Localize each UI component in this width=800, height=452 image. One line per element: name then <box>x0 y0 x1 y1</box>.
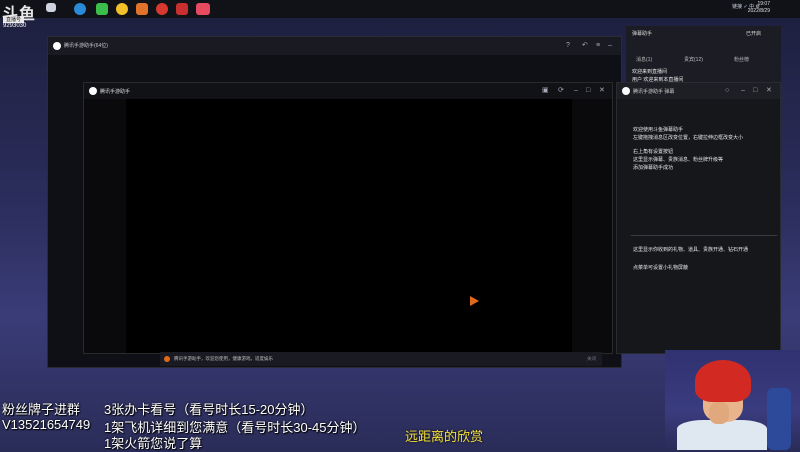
chat-maximize-icon[interactable]: □ <box>753 87 757 94</box>
chat-message: 添加弹幕助手成功 <box>633 165 674 171</box>
danmaku-line: 欢迎来到直播间 <box>632 69 668 75</box>
emulator-title: 腾讯手游助手(64位) <box>64 43 108 49</box>
chat-message: 这里显示你收到的礼物、道具、贵族开通、钻石开通 <box>633 247 749 253</box>
clock-date: 2022/8/29 <box>747 8 770 14</box>
overlay-price-line: 1架火箭您说了算 <box>104 436 203 451</box>
chat-message: 欢迎使用斗鱼弹幕助手 <box>633 127 684 133</box>
game-title: 腾讯手游助手 <box>100 89 131 95</box>
logo-tag: 直播号 <box>3 16 25 23</box>
chat-minimize-icon[interactable]: – <box>741 87 745 94</box>
overlay-contact: V13521654749 <box>2 417 91 432</box>
app-red2-icon[interactable] <box>176 3 188 15</box>
app-logo-icon <box>53 42 61 50</box>
overlay-fans-group: 粉丝牌子进群 <box>2 402 81 417</box>
status-bar: 腾讯手游助手，欢迎您使用，健康游戏，适度娱乐 关闭 <box>160 352 602 366</box>
chat-title: 腾讯手游助手 弹幕 <box>633 89 675 95</box>
taskbar: 链接 ✓ 中 ⚙ 19:07 2022/8/29 <box>0 0 800 18</box>
tab-messages[interactable]: 消息(1) <box>636 56 652 63</box>
chat-message: 点菜单可设置小礼物屏蔽 <box>633 265 689 271</box>
game-window: 腾讯手游助手 ▣ ⟳ – □ ✕ <box>83 82 613 354</box>
danmaku-status[interactable]: 已开启 <box>746 30 761 37</box>
danmaku-panel: 弹幕助手 已开启 消息(1) 粉丝榜 贵宾(12) 欢迎来到直播间 用户 欢迎来… <box>626 26 781 83</box>
wechat-icon[interactable] <box>96 3 108 15</box>
streamer-camera <box>665 350 800 450</box>
assistant-logo-icon <box>89 87 97 95</box>
chat-divider <box>631 235 777 236</box>
clock-time: 19:07 <box>757 1 770 7</box>
minimize-icon[interactable]: – <box>608 42 612 49</box>
minimize-icon[interactable]: – <box>574 87 578 94</box>
info-icon <box>164 356 170 362</box>
streamer-hand <box>709 402 729 424</box>
douyu-app-icon[interactable] <box>196 3 210 15</box>
chat-close-icon[interactable]: ✕ <box>766 87 772 94</box>
chat-settings-icon[interactable]: ○ <box>725 87 729 94</box>
streamer-hair <box>695 360 751 402</box>
chat-message: 右上角有设置按钮 <box>633 149 674 155</box>
close-icon[interactable]: ✕ <box>599 87 605 94</box>
save-icon[interactable]: ▣ <box>542 87 549 94</box>
chat-message: 左键拖拽消息区改变位置，右键拉伸边框改变大小 <box>633 135 744 141</box>
emulator-titlebar[interactable]: 腾讯手游助手(64位) ? ↶ ≡ – <box>48 37 621 55</box>
gaming-chair <box>767 388 791 450</box>
streamer-shirt <box>677 420 767 450</box>
status-text: 腾讯手游助手，欢迎您使用，健康游戏，适度娱乐 <box>174 356 273 361</box>
app-yellow-icon[interactable] <box>116 3 128 15</box>
game-left-panel <box>84 99 126 353</box>
maximize-icon[interactable]: □ <box>586 87 590 94</box>
chat-logo-icon <box>622 87 630 95</box>
game-titlebar[interactable]: 腾讯手游助手 ▣ ⟳ – □ ✕ <box>84 83 612 99</box>
game-right-panel <box>572 99 612 353</box>
menu-icon[interactable]: ≡ <box>596 42 600 49</box>
help-icon[interactable]: ? <box>566 42 570 49</box>
edge-icon[interactable] <box>74 3 86 15</box>
room-id: 9293030 <box>3 23 27 29</box>
clock[interactable]: 19:07 2022/8/29 <box>748 1 770 15</box>
tab-fans[interactable]: 粉丝榜 <box>734 56 749 63</box>
back-icon[interactable]: ↶ <box>582 42 588 49</box>
taskview-icon[interactable] <box>46 3 56 12</box>
play-icon[interactable] <box>470 296 479 306</box>
overlay-yellow-caption: 远距离的欣赏 <box>405 429 484 444</box>
danmaku-title: 弹幕助手 <box>632 31 653 37</box>
status-close-button[interactable]: 关闭 <box>587 356 596 362</box>
douyu-logo: 斗鱼 直播号 9293030 <box>0 0 40 30</box>
chat-helper-window: 腾讯手游助手 弹幕 ○ – □ ✕ 欢迎使用斗鱼弹幕助手 左键拖拽消息区改变位置… <box>616 82 781 354</box>
chat-message: 这里显示弹幕、贵族消息、粉丝牌升级等 <box>633 157 724 163</box>
app-orange-icon[interactable] <box>136 3 148 15</box>
tab-vip[interactable]: 贵宾(12) <box>684 56 703 63</box>
refresh-icon[interactable]: ⟳ <box>558 87 564 94</box>
chat-titlebar[interactable]: 腾讯手游助手 弹幕 ○ – □ ✕ <box>617 83 780 99</box>
app-red-icon[interactable] <box>156 3 168 15</box>
overlay-price-line: 3张办卡看号（看号时长15-20分钟） <box>104 402 314 417</box>
